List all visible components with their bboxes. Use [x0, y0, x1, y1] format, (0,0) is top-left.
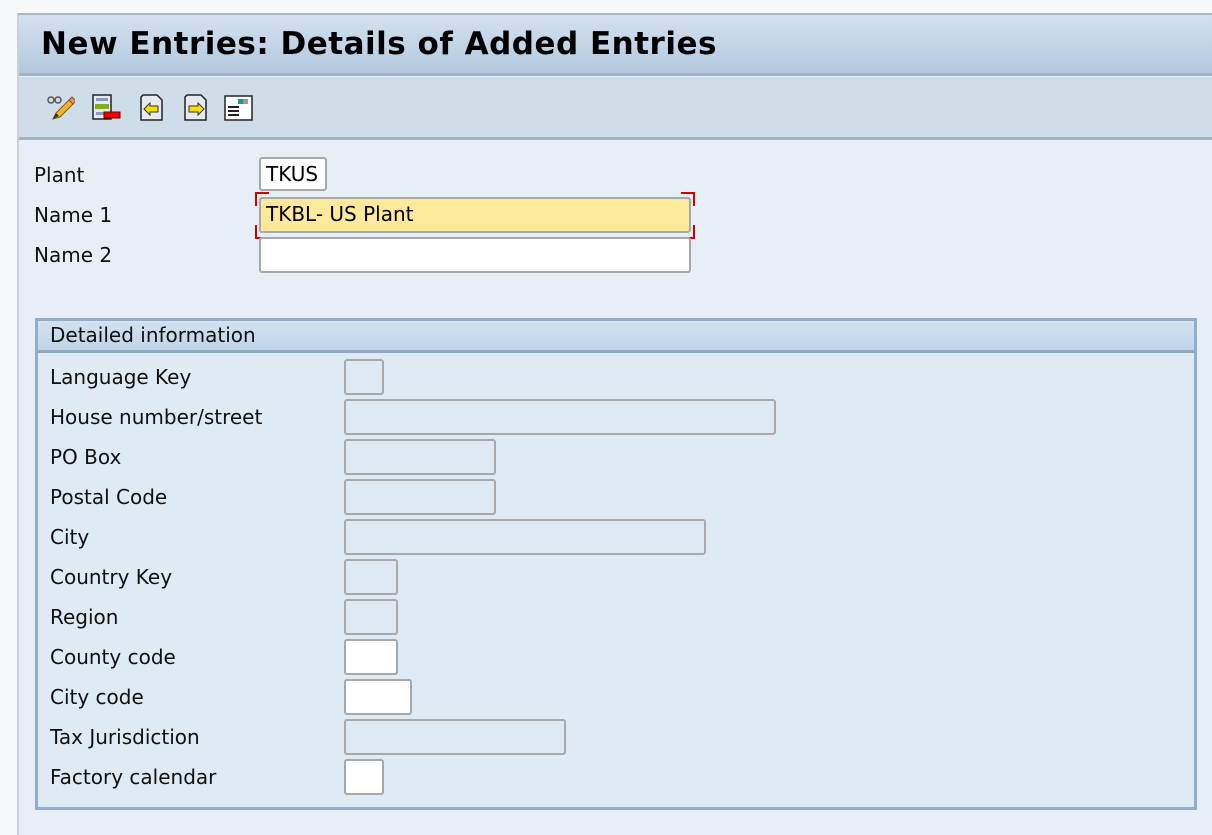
previous-entry-icon	[140, 94, 163, 121]
name1-field[interactable]: TKBL- US Plant	[259, 197, 691, 233]
previous-entry-button[interactable]	[137, 93, 167, 123]
factory-calendar-label: Factory calendar	[50, 765, 217, 789]
county-code-label: County code	[50, 645, 176, 669]
name1-label: Name 1	[34, 203, 113, 227]
region-label: Region	[50, 605, 119, 629]
city-code-label: City code	[50, 685, 144, 709]
required-marker-tl	[255, 192, 269, 206]
postal-code-field	[344, 479, 496, 515]
postal-code-label: Postal Code	[50, 485, 168, 509]
page-title: New Entries: Details of Added Entries	[41, 26, 717, 62]
detailed-information-group: Detailed information Language Key House …	[35, 318, 1197, 810]
factory-calendar-field[interactable]	[344, 759, 384, 795]
plant-label: Plant	[34, 163, 85, 187]
country-key-label: Country Key	[50, 565, 173, 589]
details-icon	[224, 95, 253, 121]
language-key-label: Language Key	[50, 365, 192, 389]
sap-window: New Entries: Details of Added Entries Pl…	[17, 13, 1212, 835]
po-box-label: PO Box	[50, 445, 122, 469]
city-label: City	[50, 525, 90, 549]
region-field	[344, 599, 398, 635]
city-code-field[interactable]	[344, 679, 412, 715]
required-marker-tr	[681, 192, 695, 206]
delete-entry-icon	[92, 94, 121, 120]
next-entry-icon	[184, 94, 207, 121]
city-field	[344, 519, 706, 555]
display-change-icon	[47, 96, 77, 120]
name2-label: Name 2	[34, 243, 113, 267]
tax-jurisdiction-label: Tax Jurisdiction	[50, 725, 200, 749]
delete-entry-button[interactable]	[91, 93, 121, 123]
language-key-field	[344, 359, 384, 395]
next-entry-button[interactable]	[181, 93, 211, 123]
plant-field[interactable]: TKUS	[259, 157, 327, 191]
title-bar: New Entries: Details of Added Entries	[19, 15, 1212, 76]
tax-jurisdiction-field	[344, 719, 566, 755]
details-button[interactable]	[223, 93, 253, 123]
house-number-street-field	[344, 399, 776, 435]
group-header: Detailed information	[38, 321, 1194, 353]
country-key-field	[344, 559, 398, 595]
county-code-field[interactable]	[344, 639, 398, 675]
name2-field[interactable]	[259, 237, 691, 273]
po-box-field	[344, 439, 496, 475]
house-number-street-label: House number/street	[50, 405, 263, 429]
group-title: Detailed information	[50, 323, 256, 347]
display-change-button[interactable]	[45, 93, 77, 123]
application-toolbar	[19, 77, 1212, 140]
